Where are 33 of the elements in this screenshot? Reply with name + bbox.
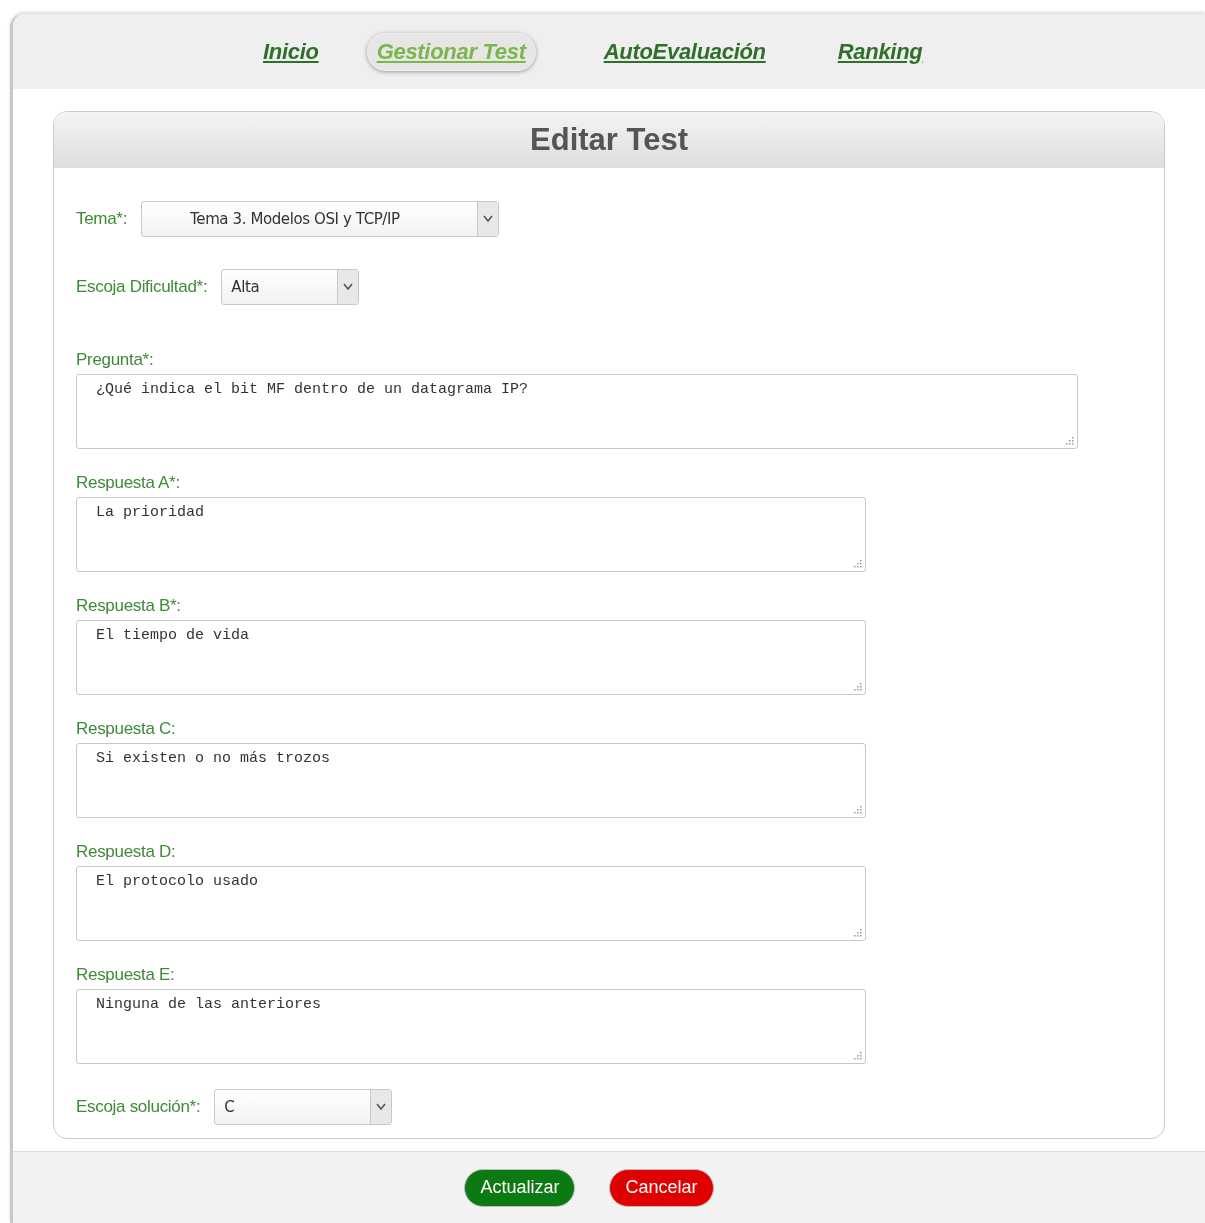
resize-grip-icon <box>852 1050 862 1060</box>
chevron-down-icon <box>477 202 499 236</box>
cancel-button[interactable]: Cancelar <box>609 1168 714 1207</box>
chevron-down-icon <box>337 270 359 304</box>
resize-grip-icon <box>852 681 862 691</box>
field-label: Respuesta B*: <box>76 596 182 616</box>
nav-tab[interactable]: AutoEvaluación <box>593 32 776 71</box>
field-label: Pregunta*: <box>76 350 155 370</box>
dropdown[interactable]: C <box>214 1089 393 1125</box>
text-area[interactable]: El protocolo usado <box>76 866 866 941</box>
resize-grip-icon <box>1064 435 1074 445</box>
field-label: Respuesta A*: <box>76 473 181 493</box>
text-area[interactable]: Ninguna de las anteriores <box>76 989 866 1064</box>
text-area[interactable]: Si existen o no más trozos <box>76 743 866 818</box>
text-area[interactable]: ¿Qué indica el bit MF dentro de un datagrama IP? <box>76 374 1078 449</box>
field-label: Respuesta E: <box>76 965 176 985</box>
form-title: Editar Test <box>530 121 688 158</box>
field-label: Respuesta C: <box>76 719 177 739</box>
chevron-down-icon <box>370 1090 392 1124</box>
text-area[interactable]: El tiempo de vida <box>76 620 866 695</box>
text-area[interactable]: La prioridad <box>76 497 866 572</box>
resize-grip-icon <box>852 927 862 937</box>
field-label: Respuesta D: <box>76 842 177 862</box>
dropdown[interactable]: Tema 3. Modelos OSI y TCP/IP <box>141 201 500 237</box>
field-label: Tema*: <box>76 209 128 229</box>
field-label: Escoja solución*: <box>76 1097 201 1117</box>
update-button[interactable]: Actualizar <box>464 1168 576 1207</box>
field-label: Escoja Dificultad*: <box>76 277 208 297</box>
resize-grip-icon <box>852 804 862 814</box>
dropdown[interactable]: Alta <box>221 269 360 305</box>
resize-grip-icon <box>852 558 862 568</box>
nav-tab[interactable]: Inicio <box>253 32 329 71</box>
nav-tab[interactable]: Ranking <box>827 32 933 71</box>
